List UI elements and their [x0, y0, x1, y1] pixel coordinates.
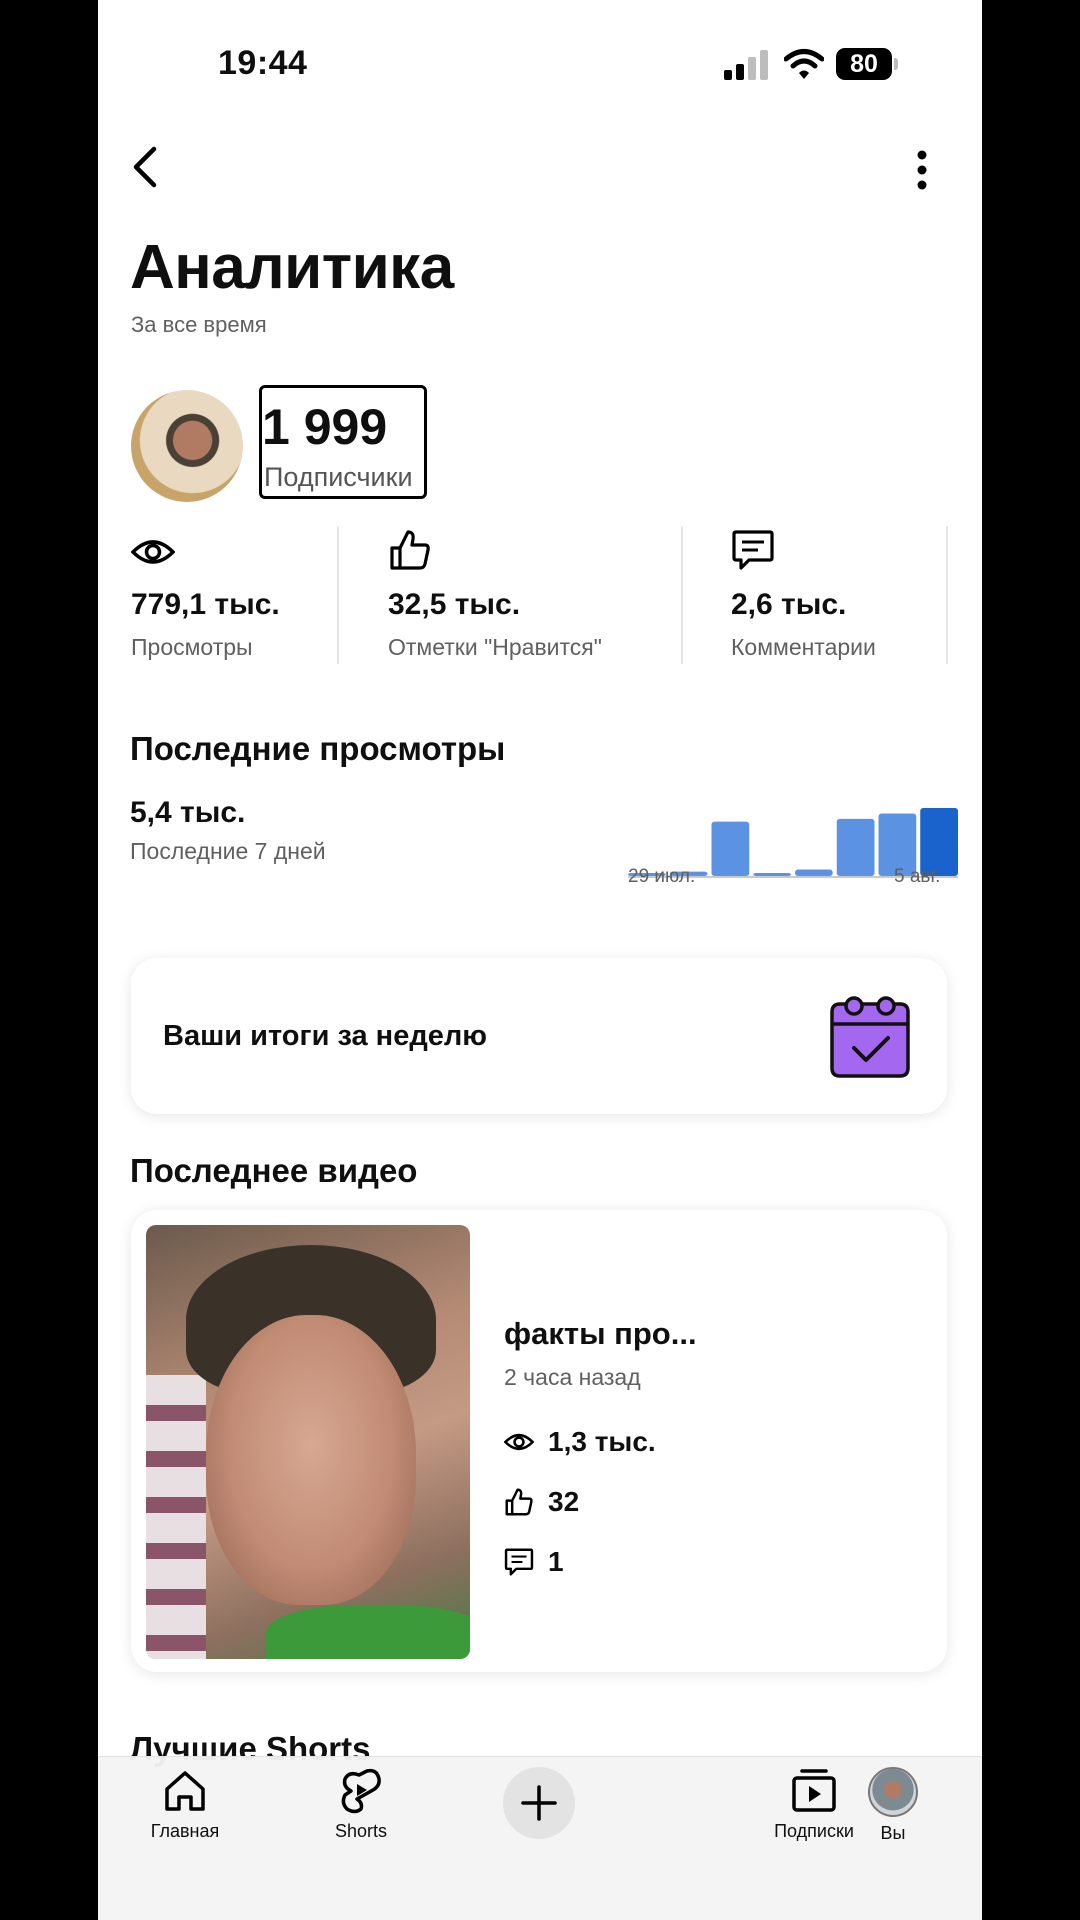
chart-bar	[836, 818, 875, 876]
last-views-title: Последние просмотры	[130, 730, 506, 767]
video-comments-row: 1	[504, 1546, 564, 1578]
weekly-summary-label: Ваши итоги за неделю	[163, 1020, 488, 1052]
nav-shorts[interactable]: Shorts	[301, 1767, 421, 1842]
shorts-icon	[341, 1768, 381, 1814]
stat-divider	[946, 526, 948, 664]
chart-bar	[711, 821, 750, 876]
battery-indicator: 80	[836, 48, 900, 80]
eye-icon	[504, 1433, 534, 1451]
nav-home[interactable]: Главная	[125, 1767, 245, 1842]
eye-icon	[131, 540, 175, 564]
comments-value: 2,6 тыс.	[731, 588, 847, 621]
video-views-row: 1,3 тыс.	[504, 1426, 656, 1458]
video-title[interactable]: факты про...	[504, 1316, 697, 1352]
plus-icon	[521, 1785, 557, 1821]
nav-you[interactable]: Вы	[833, 1767, 953, 1844]
thumbs-up-icon	[505, 1488, 533, 1516]
stat-divider	[681, 526, 683, 664]
thumbnail-shirt	[266, 1605, 470, 1659]
calendar-check-icon	[830, 996, 910, 1078]
battery-level: 80	[836, 48, 892, 80]
video-thumbnail[interactable]	[146, 1225, 470, 1659]
nav-home-label: Главная	[150, 1821, 220, 1841]
video-time: 2 часа назад	[504, 1364, 641, 1390]
likes-label: Отметки "Нравится"	[388, 634, 602, 660]
views-label: Просмотры	[131, 634, 253, 660]
status-time: 19:44	[218, 44, 308, 82]
cellular-signal-icon	[724, 50, 768, 80]
bottom-navigation: Главная Shorts Подписки Вы	[98, 1756, 982, 1920]
page-subtitle: За все время	[131, 312, 267, 337]
nav-you-label: Вы	[880, 1823, 906, 1843]
subscribers-count: 1 999	[262, 399, 388, 455]
video-likes-row: 32	[504, 1486, 579, 1518]
thumbs-up-icon	[390, 530, 430, 570]
thumbnail-wallpaper	[146, 1375, 206, 1659]
comment-icon	[504, 1548, 534, 1576]
chart-start-label: 29 июл.	[628, 866, 696, 887]
battery-cap	[894, 58, 898, 70]
likes-value: 32,5 тыс.	[388, 588, 521, 621]
page-title: Аналитика	[130, 233, 454, 302]
views-value: 779,1 тыс.	[131, 588, 280, 621]
screen: 19:44 80 Аналитика За все время 1 999 По…	[98, 0, 982, 1920]
comment-icon	[732, 530, 774, 570]
subscribers-label: Подписчики	[264, 462, 413, 492]
comments-label: Комментарии	[731, 634, 876, 660]
last-views-period: Последние 7 дней	[130, 838, 326, 864]
home-icon	[165, 1771, 205, 1811]
nav-shorts-label: Shorts	[334, 1821, 388, 1841]
last-video-title: Последнее видео	[130, 1152, 418, 1189]
chart-bar	[795, 869, 833, 876]
create-button[interactable]	[503, 1767, 575, 1839]
video-likes: 32	[548, 1486, 580, 1517]
more-vertical-icon[interactable]	[916, 150, 928, 190]
chart-bar	[753, 873, 791, 876]
back-arrow-icon[interactable]	[128, 145, 162, 189]
channel-avatar[interactable]	[131, 390, 243, 502]
nav-you-avatar	[868, 1767, 918, 1817]
last-views-value: 5,4 тыс.	[130, 796, 246, 829]
chart-end-label: 5 авг.	[894, 866, 941, 887]
video-comments: 1	[548, 1546, 564, 1577]
stat-divider	[337, 526, 339, 664]
subscriptions-icon	[792, 1769, 836, 1812]
thumbnail-face	[206, 1315, 416, 1605]
video-views: 1,3 тыс.	[548, 1426, 656, 1457]
wifi-icon	[784, 49, 824, 79]
